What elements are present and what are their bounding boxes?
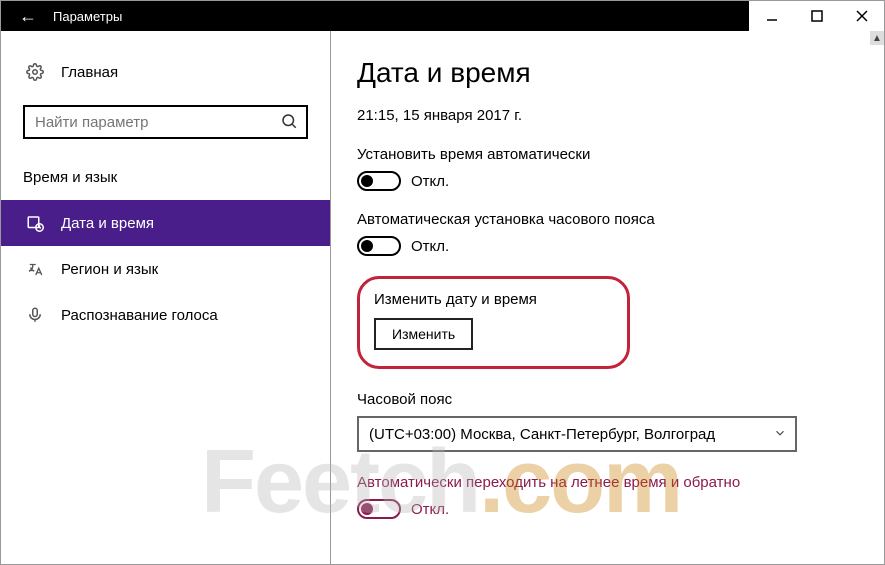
auto-tz-toggle[interactable]: [357, 236, 401, 256]
sidebar: Главная Время и язык Дата и время Регион…: [1, 31, 331, 564]
auto-time-label: Установить время автоматически: [357, 146, 858, 163]
title-bar: ← Параметры: [1, 1, 884, 31]
sidebar-item-region[interactable]: Регион и язык: [1, 246, 330, 292]
page-title: Дата и время: [357, 57, 858, 89]
dst-label: Автоматически переходить на летнее время…: [357, 474, 858, 491]
microphone-icon: [23, 306, 47, 324]
category-label: Время и язык: [1, 157, 330, 200]
window-controls: [749, 1, 884, 31]
auto-time-state: Откл.: [411, 173, 449, 190]
maximize-button[interactable]: [794, 1, 839, 31]
auto-tz-state: Откл.: [411, 238, 449, 255]
sidebar-item-speech[interactable]: Распознавание голоса: [1, 292, 330, 338]
change-datetime-label: Изменить дату и время: [374, 291, 537, 308]
auto-tz-label: Автоматическая установка часового пояса: [357, 211, 858, 228]
current-datetime: 21:15, 15 января 2017 г.: [357, 107, 858, 124]
sidebar-item-label: Распознавание голоса: [61, 307, 218, 324]
home-link[interactable]: Главная: [1, 55, 330, 89]
sidebar-item-datetime[interactable]: Дата и время: [1, 200, 330, 246]
close-button[interactable]: [839, 1, 884, 31]
window-title: Параметры: [47, 9, 749, 24]
content-pane: Дата и время 21:15, 15 января 2017 г. Ус…: [331, 31, 884, 564]
sidebar-item-label: Дата и время: [61, 215, 154, 232]
search-container: [23, 105, 308, 139]
dst-toggle[interactable]: [357, 499, 401, 519]
chevron-down-icon: [773, 426, 787, 444]
back-button[interactable]: ←: [9, 6, 47, 27]
home-label: Главная: [61, 64, 118, 81]
search-icon[interactable]: [280, 112, 298, 135]
change-button[interactable]: Изменить: [374, 318, 473, 350]
minimize-button[interactable]: [749, 1, 794, 31]
language-icon: [23, 260, 47, 278]
dst-state: Откл.: [411, 501, 449, 518]
highlight-annotation: Изменить дату и время Изменить: [357, 276, 630, 369]
timezone-value: (UTC+03:00) Москва, Санкт-Петербург, Вол…: [369, 426, 715, 443]
sidebar-item-label: Регион и язык: [61, 261, 158, 278]
timezone-select[interactable]: (UTC+03:00) Москва, Санкт-Петербург, Вол…: [357, 416, 797, 452]
timezone-label: Часовой пояс: [357, 391, 858, 408]
scroll-up-icon[interactable]: ▲: [870, 31, 884, 45]
auto-time-toggle[interactable]: [357, 171, 401, 191]
search-input[interactable]: [23, 105, 308, 139]
calendar-clock-icon: [23, 214, 47, 232]
gear-icon: [23, 63, 47, 81]
